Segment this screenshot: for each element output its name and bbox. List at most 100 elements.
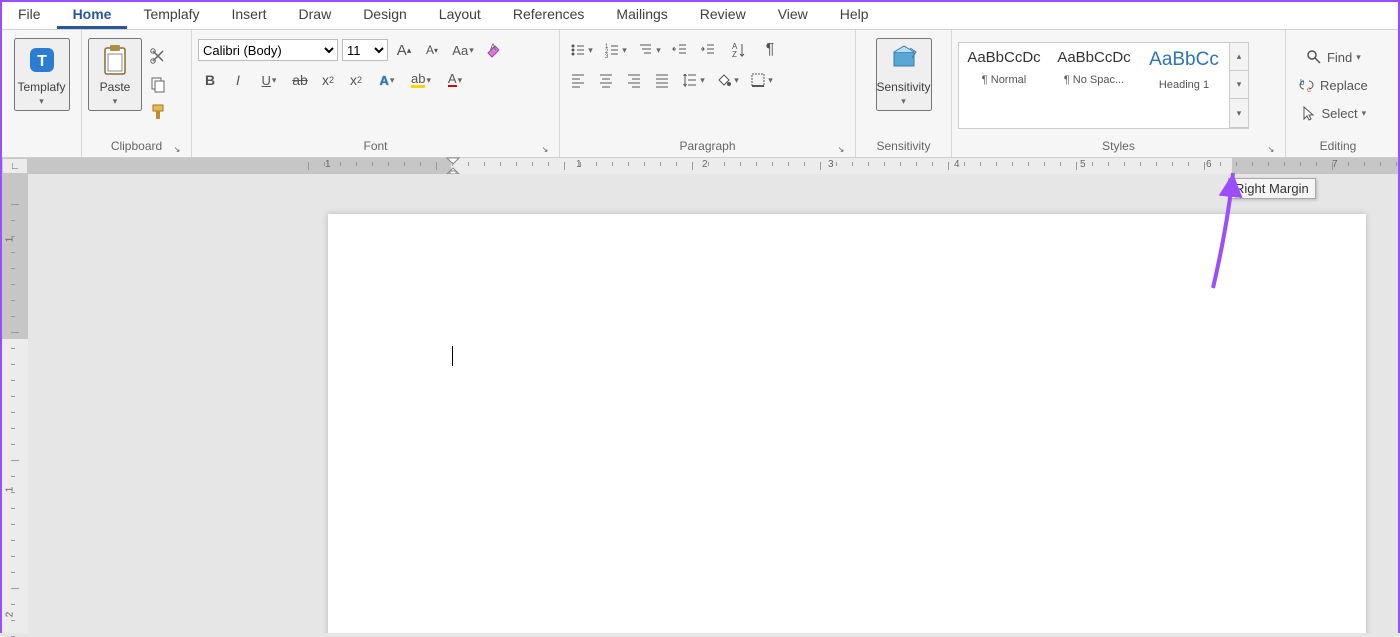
hruler-tick <box>516 162 517 166</box>
find-button[interactable]: Find▾ <box>1292 44 1374 70</box>
hruler-tick <box>628 162 629 166</box>
tab-home[interactable]: Home <box>57 2 128 29</box>
hruler-tick <box>900 162 901 166</box>
decrease-indent-button[interactable] <box>668 38 692 62</box>
hruler-number: 1 <box>325 159 331 170</box>
styles-gallery-nav: ▴ ▾ ▾ <box>1229 43 1248 128</box>
clipboard-dialog-launcher[interactable]: ↘ <box>171 143 183 155</box>
hruler-tick <box>708 162 709 166</box>
style-name-label: ¶ Normal <box>963 74 1045 86</box>
hruler-tick <box>1060 162 1061 166</box>
align-left-icon <box>569 71 587 89</box>
hruler-tick <box>596 162 597 166</box>
bold-button[interactable]: B <box>198 68 222 92</box>
ruler-corner[interactable]: ∟ <box>2 158 28 174</box>
cut-button[interactable] <box>146 44 170 68</box>
style-heading1[interactable]: AaBbCc Heading 1 <box>1139 43 1229 128</box>
justify-button[interactable] <box>650 68 674 92</box>
hruler-right-margin[interactable] <box>1232 158 1398 174</box>
copy-button[interactable] <box>146 72 170 96</box>
tab-view[interactable]: View <box>762 2 824 29</box>
sort-button[interactable]: AZ <box>724 38 754 62</box>
hruler-tick <box>1076 162 1077 170</box>
vruler-tick <box>11 204 19 205</box>
gallery-down-button[interactable]: ▾ <box>1230 71 1248 99</box>
horizontal-ruler[interactable]: 1 1 2 3 4 5 6 7 <box>28 158 1398 174</box>
vertical-ruler[interactable]: ∟ 1 1 2 <box>2 158 28 633</box>
style-normal[interactable]: AaBbCcDc ¶ Normal <box>959 43 1049 128</box>
tab-draw[interactable]: Draw <box>283 2 348 29</box>
hruler-left-margin[interactable] <box>28 158 451 174</box>
tab-file[interactable]: File <box>2 2 57 29</box>
vruler-tick <box>11 364 15 365</box>
subscript-button[interactable]: x2 <box>316 68 340 92</box>
borders-button[interactable]: ▾ <box>746 68 776 92</box>
align-right-button[interactable] <box>622 68 646 92</box>
shading-button[interactable]: ▾ <box>712 68 742 92</box>
paste-button[interactable]: Paste ▾ <box>88 38 142 111</box>
hruler-tick <box>740 162 741 166</box>
clear-formatting-button[interactable]: A <box>482 38 506 62</box>
tab-design[interactable]: Design <box>347 2 423 29</box>
select-button[interactable]: Select▾ <box>1292 100 1374 126</box>
templafy-button[interactable]: T Templafy ▾ <box>14 38 70 111</box>
hruler-tick <box>1188 162 1189 166</box>
vruler-tick <box>11 620 15 621</box>
align-left-button[interactable] <box>566 68 590 92</box>
group-label-styles: Styles↘ <box>958 137 1279 157</box>
increase-indent-button[interactable] <box>696 38 720 62</box>
change-case-button[interactable]: Aa▾ <box>448 38 478 62</box>
grow-font-button[interactable]: A▴ <box>392 38 416 62</box>
font-name-combo[interactable]: Calibri (Body) <box>198 39 338 61</box>
tab-review[interactable]: Review <box>684 2 762 29</box>
group-templafy: T Templafy ▾ <box>2 30 82 157</box>
hruler-tick <box>324 162 325 166</box>
vruler-tick <box>11 332 19 333</box>
vruler-tick <box>11 540 15 541</box>
line-spacing-button[interactable]: ▾ <box>678 68 708 92</box>
align-center-button[interactable] <box>594 68 618 92</box>
tab-layout[interactable]: Layout <box>423 2 497 29</box>
group-label-clipboard: Clipboard↘ <box>88 137 185 157</box>
font-dialog-launcher[interactable]: ↘ <box>539 143 551 155</box>
underline-button[interactable]: U▾ <box>254 68 284 92</box>
hruler-tick <box>868 162 869 166</box>
hruler-tick <box>436 162 437 170</box>
strikethrough-button[interactable]: ab <box>288 68 312 92</box>
page[interactable] <box>328 214 1366 633</box>
highlight-button[interactable]: ab▾ <box>406 68 436 92</box>
document-area[interactable] <box>28 174 1398 633</box>
show-marks-button[interactable]: ¶ <box>758 38 782 62</box>
tab-insert[interactable]: Insert <box>216 2 283 29</box>
numbering-button[interactable]: 123▾ <box>600 38 630 62</box>
shrink-font-button[interactable]: A▾ <box>420 38 444 62</box>
font-size-combo[interactable]: 11 <box>342 39 388 61</box>
select-label: Select <box>1322 106 1358 121</box>
multilevel-list-button[interactable]: ▾ <box>634 38 664 62</box>
gallery-up-button[interactable]: ▴ <box>1230 43 1248 71</box>
format-painter-button[interactable] <box>146 100 170 124</box>
styles-dialog-launcher[interactable]: ↘ <box>1265 143 1277 155</box>
paragraph-dialog-launcher[interactable]: ↘ <box>835 143 847 155</box>
font-color-button[interactable]: A▾ <box>440 68 470 92</box>
style-no-spacing[interactable]: AaBbCcDc ¶ No Spac... <box>1049 43 1139 128</box>
gallery-more-button[interactable]: ▾ <box>1230 99 1248 128</box>
bullets-button[interactable]: ▾ <box>566 38 596 62</box>
italic-button[interactable]: I <box>226 68 250 92</box>
text-effects-button[interactable]: A▾ <box>372 68 402 92</box>
tab-references[interactable]: References <box>497 2 601 29</box>
superscript-button[interactable]: x2 <box>344 68 368 92</box>
vruler-top-margin[interactable] <box>2 174 28 339</box>
hruler-tick <box>580 162 581 166</box>
hruler-tick <box>1236 162 1237 166</box>
replace-button[interactable]: bc Replace <box>1292 72 1374 98</box>
styles-gallery: AaBbCcDc ¶ Normal AaBbCcDc ¶ No Spac... … <box>958 42 1249 129</box>
tab-templafy[interactable]: Templafy <box>127 2 215 29</box>
sensitivity-label: Sensitivity <box>876 80 930 94</box>
replace-label: Replace <box>1320 78 1368 93</box>
tab-mailings[interactable]: Mailings <box>600 2 683 29</box>
tab-help[interactable]: Help <box>824 2 885 29</box>
style-name-label: ¶ No Spac... <box>1053 74 1135 86</box>
sensitivity-button[interactable]: Sensitivity ▾ <box>876 38 932 111</box>
group-label-editing: Editing <box>1292 137 1384 157</box>
